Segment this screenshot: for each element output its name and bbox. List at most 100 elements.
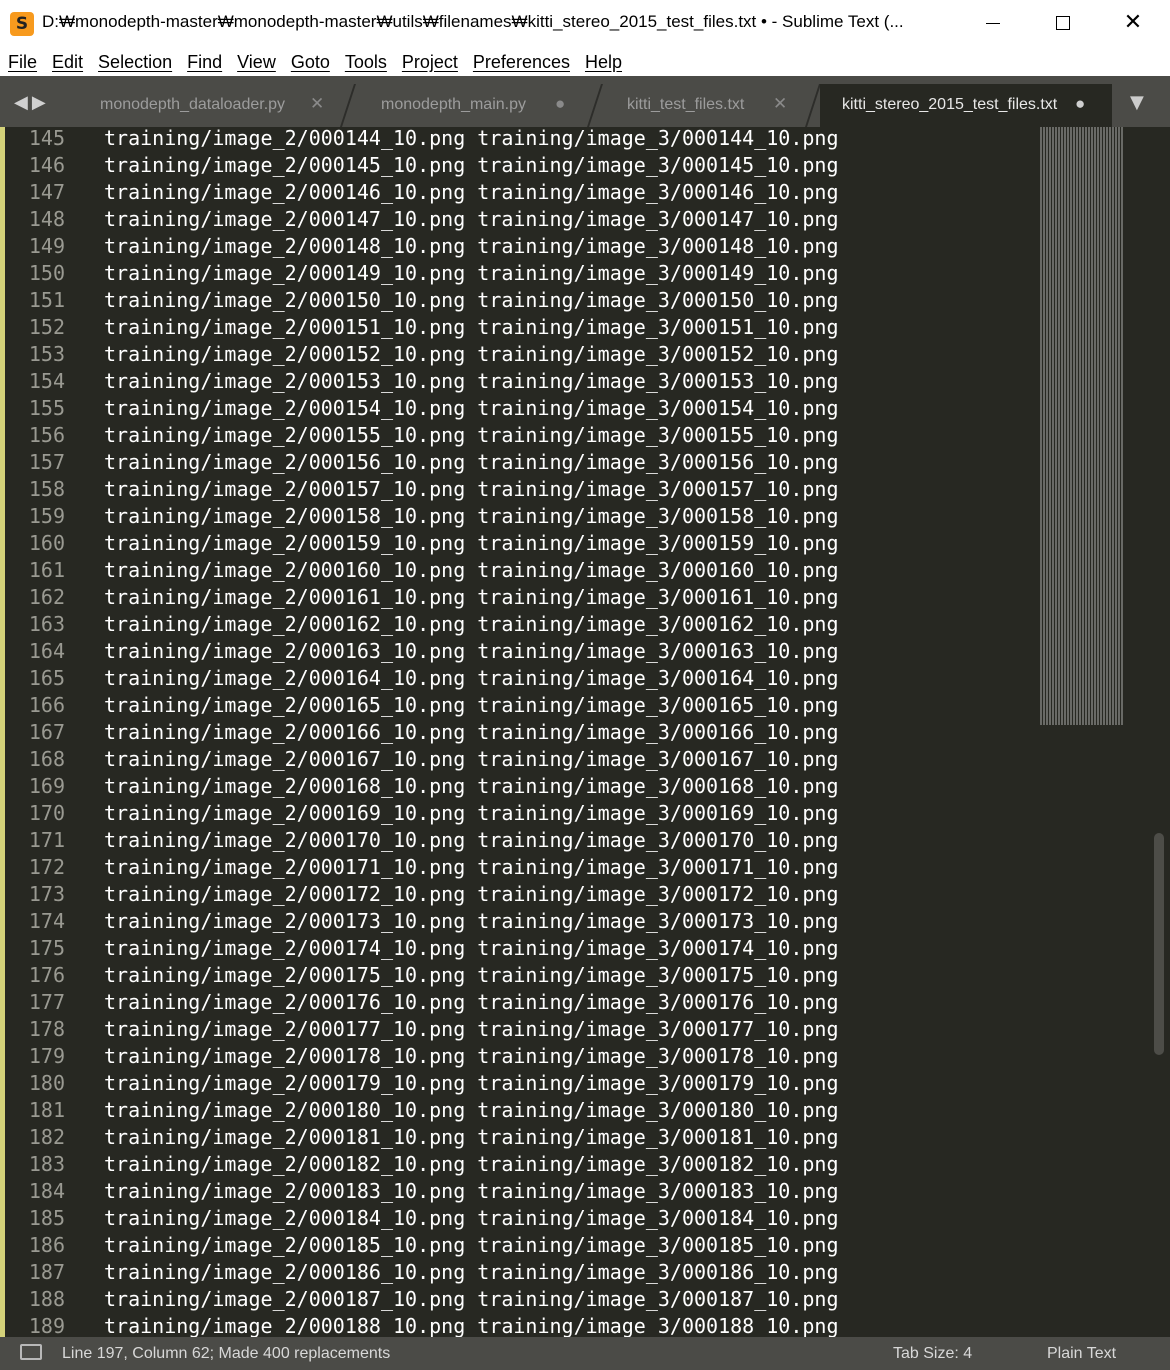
code-line[interactable]: training/image_2/000180_10.png training/… xyxy=(104,1097,839,1124)
close-icon[interactable]: ✕ xyxy=(310,94,324,114)
sublime-text-icon[interactable]: S xyxy=(10,12,34,36)
code-line[interactable]: training/image_2/000171_10.png training/… xyxy=(104,854,839,881)
code-line[interactable]: training/image_2/000161_10.png training/… xyxy=(104,584,839,611)
line-number: 164 xyxy=(28,639,65,663)
tab-monodepth-dataloader[interactable]: monodepth_dataloader.py ✕ xyxy=(78,84,348,127)
code-line[interactable]: training/image_2/000162_10.png training/… xyxy=(104,611,839,638)
tab-divider xyxy=(587,84,603,127)
line-number: 167 xyxy=(28,720,65,744)
code-line[interactable]: training/image_2/000159_10.png training/… xyxy=(104,530,839,557)
code-line[interactable]: training/image_2/000188_10.png training/… xyxy=(104,1313,839,1337)
menu-selection[interactable]: Selection xyxy=(90,52,179,73)
menu-view[interactable]: View xyxy=(229,52,283,73)
code-line[interactable]: training/image_2/000163_10.png training/… xyxy=(104,638,839,665)
close-icon[interactable]: ✕ xyxy=(773,94,787,114)
panel-toggle-icon[interactable] xyxy=(20,1344,42,1360)
modified-dot-icon[interactable]: ● xyxy=(555,94,565,114)
tab-size-selector[interactable]: Tab Size: 4 xyxy=(893,1345,972,1363)
line-number: 189 xyxy=(28,1314,65,1337)
line-number: 165 xyxy=(28,666,65,690)
minimize-icon xyxy=(986,22,1000,24)
line-number: 168 xyxy=(28,747,65,771)
line-number: 187 xyxy=(28,1260,65,1284)
tab-kitti-stereo-2015-test-files[interactable]: kitti_stereo_2015_test_files.txt ● xyxy=(820,84,1112,127)
code-line[interactable]: training/image_2/000175_10.png training/… xyxy=(104,962,839,989)
line-number: 163 xyxy=(28,612,65,636)
code-line[interactable]: training/image_2/000148_10.png training/… xyxy=(104,233,839,260)
code-line[interactable]: training/image_2/000185_10.png training/… xyxy=(104,1232,839,1259)
code-line[interactable]: training/image_2/000158_10.png training/… xyxy=(104,503,839,530)
code-line[interactable]: training/image_2/000166_10.png training/… xyxy=(104,719,839,746)
vertical-scrollbar[interactable] xyxy=(1150,127,1170,1337)
line-number: 162 xyxy=(28,585,65,609)
code-line[interactable]: training/image_2/000151_10.png training/… xyxy=(104,314,839,341)
code-line[interactable]: training/image_2/000149_10.png training/… xyxy=(104,260,839,287)
code-line[interactable]: training/image_2/000179_10.png training/… xyxy=(104,1070,839,1097)
code-line[interactable]: training/image_2/000154_10.png training/… xyxy=(104,395,839,422)
code-line[interactable]: training/image_2/000165_10.png training/… xyxy=(104,692,839,719)
code-line[interactable]: training/image_2/000145_10.png training/… xyxy=(104,152,839,179)
tab-bar: ◀▶ monodepth_dataloader.py ✕ monodepth_m… xyxy=(0,76,1170,127)
tab-kitti-test-files[interactable]: kitti_test_files.txt ✕ xyxy=(605,84,815,127)
tab-list-dropdown-icon[interactable]: ▼ xyxy=(1130,92,1144,113)
code-line[interactable]: training/image_2/000178_10.png training/… xyxy=(104,1043,839,1070)
menu-help[interactable]: Help xyxy=(577,52,629,73)
code-line[interactable]: training/image_2/000174_10.png training/… xyxy=(104,935,839,962)
code-line[interactable]: training/image_2/000170_10.png training/… xyxy=(104,827,839,854)
menu-project[interactable]: Project xyxy=(394,52,465,73)
line-number: 186 xyxy=(28,1233,65,1257)
code-line[interactable]: training/image_2/000147_10.png training/… xyxy=(104,206,839,233)
code-line[interactable]: training/image_2/000183_10.png training/… xyxy=(104,1178,839,1205)
code-line[interactable]: training/image_2/000144_10.png training/… xyxy=(104,127,839,152)
scrollbar-thumb[interactable] xyxy=(1154,833,1164,1055)
line-number: 149 xyxy=(28,234,65,258)
code-line[interactable]: training/image_2/000146_10.png training/… xyxy=(104,179,839,206)
menu-preferences[interactable]: Preferences xyxy=(465,52,577,73)
close-window-button[interactable]: ✕ xyxy=(1098,0,1168,46)
code-line[interactable]: training/image_2/000187_10.png training/… xyxy=(104,1286,839,1313)
line-number: 170 xyxy=(28,801,65,825)
tab-monodepth-main[interactable]: monodepth_main.py ● xyxy=(359,84,589,127)
code-line[interactable]: training/image_2/000169_10.png training/… xyxy=(104,800,839,827)
code-line[interactable]: training/image_2/000156_10.png training/… xyxy=(104,449,839,476)
tab-label: kitti_stereo_2015_test_files.txt xyxy=(842,96,1058,113)
code-line[interactable]: training/image_2/000150_10.png training/… xyxy=(104,287,839,314)
menu-find[interactable]: Find xyxy=(179,52,229,73)
code-line[interactable]: training/image_2/000181_10.png training/… xyxy=(104,1124,839,1151)
syntax-selector[interactable]: Plain Text xyxy=(1047,1345,1116,1363)
minimap[interactable] xyxy=(1040,127,1124,725)
line-number: 184 xyxy=(28,1179,65,1203)
line-number: 161 xyxy=(28,558,65,582)
maximize-button[interactable] xyxy=(1028,0,1098,46)
code-line[interactable]: training/image_2/000152_10.png training/… xyxy=(104,341,839,368)
line-number: 182 xyxy=(28,1125,65,1149)
code-line[interactable]: training/image_2/000182_10.png training/… xyxy=(104,1151,839,1178)
code-line[interactable]: training/image_2/000155_10.png training/… xyxy=(104,422,839,449)
tab-label: monodepth_main.py xyxy=(381,96,526,113)
code-line[interactable]: training/image_2/000168_10.png training/… xyxy=(104,773,839,800)
line-number: 172 xyxy=(28,855,65,879)
code-line[interactable]: training/image_2/000153_10.png training/… xyxy=(104,368,839,395)
menu-edit[interactable]: Edit xyxy=(44,52,90,73)
menu-goto[interactable]: Goto xyxy=(283,52,337,73)
code-line[interactable]: training/image_2/000157_10.png training/… xyxy=(104,476,839,503)
code-line[interactable]: training/image_2/000173_10.png training/… xyxy=(104,908,839,935)
code-line[interactable]: training/image_2/000177_10.png training/… xyxy=(104,1016,839,1043)
menu-tools[interactable]: Tools xyxy=(337,52,394,73)
menu-file[interactable]: File xyxy=(0,52,44,73)
line-number: 153 xyxy=(28,342,65,366)
code-line[interactable]: training/image_2/000164_10.png training/… xyxy=(104,665,839,692)
status-bar: Line 197, Column 62; Made 400 replacemen… xyxy=(0,1337,1170,1370)
code-line[interactable]: training/image_2/000176_10.png training/… xyxy=(104,989,839,1016)
code-line[interactable]: training/image_2/000186_10.png training/… xyxy=(104,1259,839,1286)
editor-area[interactable]: 145 146 147 148 149 150 151 152 153 154 155 156 157 1… xyxy=(0,127,1170,1337)
code-line[interactable]: training/image_2/000167_10.png training/… xyxy=(104,746,839,773)
code-line[interactable]: training/image_2/000172_10.png training/… xyxy=(104,881,839,908)
maximize-icon xyxy=(1056,16,1070,30)
tab-nav-arrows-icon[interactable]: ◀▶ xyxy=(14,92,50,113)
minimize-button[interactable] xyxy=(958,0,1028,46)
code-line[interactable]: training/image_2/000184_10.png training/… xyxy=(104,1205,839,1232)
code-line[interactable]: training/image_2/000160_10.png training/… xyxy=(104,557,839,584)
modified-dot-icon[interactable]: ● xyxy=(1075,94,1085,114)
line-number: 147 xyxy=(28,180,65,204)
